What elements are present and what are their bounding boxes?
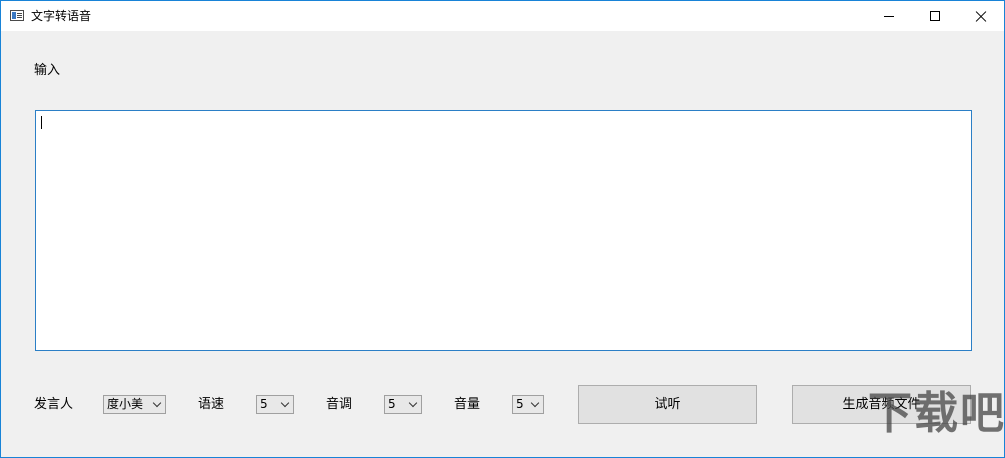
speed-select[interactable]: 5: [256, 395, 294, 414]
pitch-select[interactable]: 5: [384, 395, 422, 414]
pitch-select-value: 5: [388, 397, 396, 411]
window-title: 文字转语音: [31, 9, 92, 23]
watermark-logo: 下载吧: [856, 380, 1005, 458]
pitch-label: 音调: [326, 397, 353, 412]
chevron-down-icon: [408, 398, 418, 408]
maximize-button[interactable]: [912, 1, 958, 31]
preview-button[interactable]: 试听: [578, 385, 757, 424]
title-bar: 文字转语音: [1, 1, 1004, 31]
chevron-down-icon: [530, 398, 540, 408]
speed-label: 语速: [198, 397, 225, 412]
speaker-select-value: 度小美: [107, 397, 144, 411]
speaker-label: 发言人: [34, 397, 74, 412]
speaker-select[interactable]: 度小美: [103, 395, 166, 414]
close-button[interactable]: [958, 1, 1004, 31]
input-label: 输入: [34, 63, 61, 78]
volume-select-value: 5: [516, 397, 524, 411]
text-caret: [41, 116, 42, 129]
app-window-icon: [10, 10, 24, 21]
chevron-down-icon: [152, 398, 162, 408]
minimize-button[interactable]: [866, 1, 912, 31]
text-input-area[interactable]: [35, 110, 972, 351]
app-window: 文字转语音 输入 发言人 度小美 语速 5 音调 5 音量 5 试听 生成音频文…: [0, 0, 1005, 458]
volume-label: 音量: [454, 397, 481, 412]
chevron-down-icon: [280, 398, 290, 408]
watermark-text: 下载吧: [868, 388, 1005, 439]
volume-select[interactable]: 5: [512, 395, 544, 414]
speed-select-value: 5: [260, 397, 268, 411]
